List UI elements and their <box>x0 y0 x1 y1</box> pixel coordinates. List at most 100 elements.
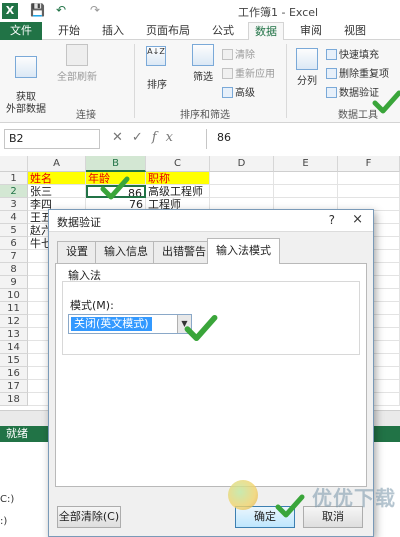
tab-page-layout[interactable]: 页面布局 <box>140 22 196 40</box>
name-box[interactable]: B2 <box>4 129 100 149</box>
dialog-panel: 输入法 模式(M): 关闭(英文模式) ▼ <box>55 263 367 487</box>
select-all-corner[interactable] <box>0 156 28 172</box>
cell-e2[interactable] <box>274 185 338 198</box>
title-bar: X 💾 ↶ ↷ 工作簿1 - Excel <box>0 0 400 22</box>
tab-insert[interactable]: 插入 <box>96 22 130 40</box>
dialog-title-bar: 数据验证 ? × <box>49 210 373 232</box>
row-header[interactable]: 10 <box>0 289 28 302</box>
reapply-button[interactable]: 重新应用 <box>222 65 275 80</box>
mode-select[interactable]: 关闭(英文模式) ▼ <box>68 314 192 334</box>
column-header[interactable]: E <box>274 156 338 172</box>
background-text: :) <box>0 516 8 527</box>
cell-c2[interactable]: 高级工程师 <box>146 185 210 198</box>
row-header[interactable]: 17 <box>0 380 28 393</box>
mode-label: 模式(M): <box>70 299 114 312</box>
cell-a1[interactable]: 姓名 <box>28 172 86 185</box>
get-external-data-label: 获取 外部数据 <box>6 92 46 115</box>
advanced-filter-icon <box>222 87 233 98</box>
watermark-text: 优优下载 <box>312 486 396 510</box>
formula-input[interactable]: 86 <box>206 129 398 149</box>
cell-f2[interactable] <box>338 185 400 198</box>
status-text: 就绪 <box>6 427 28 440</box>
sort-az-button[interactable]: A↓Z <box>142 46 170 68</box>
clear-all-button[interactable]: 全部清除(C) <box>57 506 121 528</box>
enter-icon[interactable]: ✓ <box>132 130 152 145</box>
text-to-columns-button[interactable]: 分列 <box>292 48 322 87</box>
help-icon[interactable]: ? <box>329 213 335 227</box>
column-header[interactable]: A <box>28 156 86 172</box>
dialog-title: 数据验证 <box>57 216 101 229</box>
advanced-button[interactable]: 高级 <box>222 84 255 99</box>
row-header[interactable]: 12 <box>0 315 28 328</box>
tab-review[interactable]: 审阅 <box>294 22 328 40</box>
row-header[interactable]: 18 <box>0 393 28 406</box>
group-label-connections: 连接 <box>76 110 96 121</box>
row-header[interactable]: 2 <box>0 185 28 198</box>
column-header[interactable]: B <box>86 156 146 172</box>
clear-button[interactable]: 清除 <box>222 46 255 61</box>
cell-d1[interactable] <box>210 172 274 185</box>
row-header[interactable]: 15 <box>0 354 28 367</box>
tab-home[interactable]: 开始 <box>52 22 86 40</box>
row-header[interactable]: 3 <box>0 198 28 211</box>
row-header[interactable]: 13 <box>0 328 28 341</box>
column-header[interactable]: F <box>338 156 400 172</box>
get-external-data-button[interactable]: 获取 外部数据 <box>2 44 50 116</box>
cell-e1[interactable] <box>274 172 338 185</box>
cell-c1[interactable]: 职称 <box>146 172 210 185</box>
row-header[interactable]: 14 <box>0 341 28 354</box>
row-header[interactable]: 5 <box>0 224 28 237</box>
text-to-columns-label: 分列 <box>297 76 317 87</box>
remove-duplicates-button[interactable]: 删除重复项 <box>326 65 389 80</box>
tab-file[interactable]: 文件 <box>0 22 42 40</box>
tab-formulas[interactable]: 公式 <box>206 22 240 40</box>
row-header[interactable]: 9 <box>0 276 28 289</box>
tab-ime-mode[interactable]: 输入法模式 <box>207 238 280 264</box>
cell-d2[interactable] <box>210 185 274 198</box>
green-check-icon <box>275 494 305 518</box>
group-divider <box>134 44 135 118</box>
cell-f1[interactable] <box>338 172 400 185</box>
tab-settings[interactable]: 设置 <box>57 241 97 263</box>
undo-icon[interactable]: ↶ <box>56 3 66 17</box>
tab-view[interactable]: 视图 <box>338 22 372 40</box>
window-title: 工作簿1 - Excel <box>238 6 319 19</box>
close-icon[interactable]: × <box>352 212 363 227</box>
sort-label: 排序 <box>147 80 167 91</box>
green-check-icon <box>100 176 130 200</box>
cancel-icon[interactable]: ✕ <box>112 130 132 145</box>
filter-label: 筛选 <box>193 72 213 83</box>
tab-error-alert[interactable]: 出错警告 <box>153 241 215 263</box>
row-header[interactable]: 16 <box>0 367 28 380</box>
fx-icon[interactable]: fx <box>152 130 182 145</box>
group-divider <box>286 44 287 118</box>
green-check-icon <box>184 314 218 342</box>
clear-filter-icon <box>222 49 233 60</box>
filter-button[interactable]: 筛选 <box>186 44 220 83</box>
tab-input-message[interactable]: 输入信息 <box>95 241 157 263</box>
column-header[interactable]: C <box>146 156 210 172</box>
column-header[interactable]: D <box>210 156 274 172</box>
tab-data[interactable]: 数据 <box>248 22 284 41</box>
row-header[interactable]: 8 <box>0 263 28 276</box>
row-header[interactable]: 6 <box>0 237 28 250</box>
green-check-icon <box>372 90 400 114</box>
row-header[interactable]: 4 <box>0 211 28 224</box>
refresh-icon <box>66 44 88 66</box>
row-header[interactable]: 1 <box>0 172 28 185</box>
cell-a2[interactable]: 张三 <box>28 185 86 198</box>
text-to-columns-icon <box>296 48 318 70</box>
filter-icon <box>192 44 214 66</box>
row-header[interactable]: 7 <box>0 250 28 263</box>
row-header[interactable]: 11 <box>0 302 28 315</box>
advanced-label: 高级 <box>235 88 255 99</box>
formula-bar: B2 ✕✓fx 86 <box>0 128 400 150</box>
sort-button[interactable]: 排序 <box>142 76 172 91</box>
database-icon <box>15 56 37 78</box>
refresh-all-button[interactable]: 全部刷新 <box>54 44 100 83</box>
redo-icon[interactable]: ↷ <box>90 3 100 17</box>
flash-fill-button[interactable]: 快速填充 <box>326 46 379 61</box>
ime-group-label: 输入法 <box>68 269 101 282</box>
save-icon[interactable]: 💾 <box>30 3 45 17</box>
clear-label: 清除 <box>235 50 255 61</box>
